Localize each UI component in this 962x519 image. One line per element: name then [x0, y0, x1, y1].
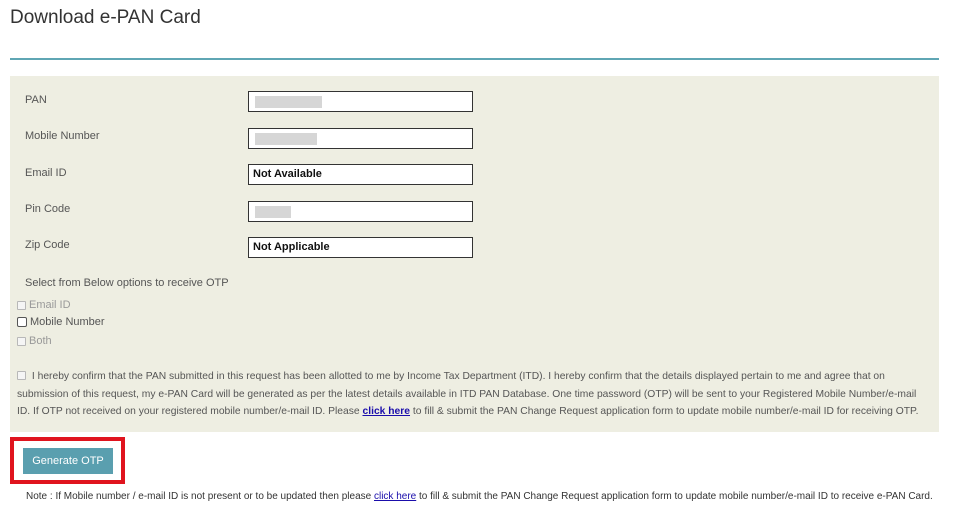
otp-option-email-id-label: Email ID	[29, 299, 71, 311]
pin-code-input[interactable]	[248, 201, 473, 222]
title-divider	[10, 58, 939, 60]
pan-label: PAN	[25, 94, 47, 106]
note-text: Note : If Mobile number / e-mail ID is n…	[26, 491, 372, 502]
otp-option-both-checkbox[interactable]	[17, 336, 26, 346]
note-text-end: to fill & submit the PAN Change Request …	[419, 491, 933, 502]
email-id-label: Email ID	[25, 167, 67, 179]
mobile-number-input[interactable]	[248, 128, 473, 149]
declaration: I hereby confirm that the PAN submitted …	[17, 368, 932, 421]
otp-option-email-id[interactable]: Email ID	[17, 299, 71, 311]
pin-code-masked-value	[255, 206, 291, 218]
otp-option-email-id-checkbox[interactable]	[17, 300, 26, 310]
email-id-input[interactable]: Not Available	[248, 164, 473, 185]
declaration-text-end: to fill & submit the PAN Change Request …	[412, 406, 919, 417]
otp-option-mobile-number-checkbox[interactable]	[17, 317, 27, 327]
mobile-number-label: Mobile Number	[25, 130, 100, 142]
zip-code-label: Zip Code	[25, 239, 70, 251]
pan-input[interactable]	[248, 91, 473, 112]
declaration-click-here-link[interactable]: click here	[363, 406, 411, 417]
pan-masked-value	[255, 96, 322, 108]
mobile-number-masked-value	[255, 133, 317, 145]
otp-option-mobile-number-label: Mobile Number	[30, 316, 105, 328]
generate-otp-button[interactable]: Generate OTP	[23, 448, 113, 474]
otp-option-mobile-number[interactable]: Mobile Number	[17, 316, 105, 328]
otp-option-both[interactable]: Both	[17, 335, 52, 347]
note: Note : If Mobile number / e-mail ID is n…	[26, 490, 946, 504]
zip-code-input[interactable]: Not Applicable	[248, 237, 473, 258]
page-title: Download e-PAN Card	[10, 7, 201, 28]
pin-code-label: Pin Code	[25, 203, 71, 215]
declaration-checkbox[interactable]	[17, 371, 26, 380]
otp-options-prompt: Select from Below options to receive OTP	[25, 277, 229, 289]
note-click-here-link[interactable]: click here	[374, 491, 416, 502]
otp-option-both-label: Both	[29, 335, 52, 347]
